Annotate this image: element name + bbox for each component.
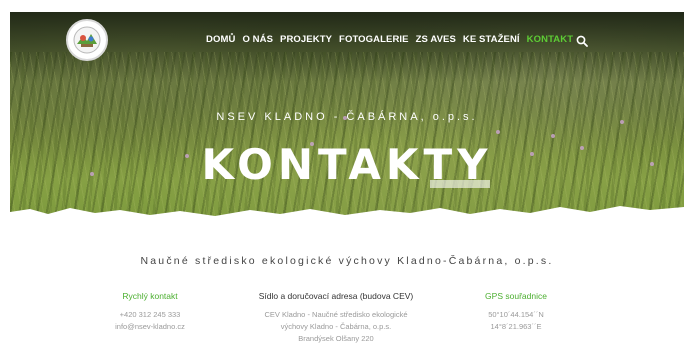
logo-emblem-icon <box>73 26 101 54</box>
email-address[interactable]: info@nsev-kladno.cz <box>90 321 210 333</box>
org-subtitle: NSEV KLADNO - ČABÁRNA, o.p.s. <box>216 111 478 123</box>
nav-item-kontakt[interactable]: KONTAKT <box>527 34 573 45</box>
nav-item-ke-stazeni[interactable]: KE STAŽENÍ <box>463 34 520 45</box>
gps-longitude: 14°8´21.963´´E <box>490 322 542 331</box>
nav-item-zs-aves[interactable]: ZS AVES <box>416 34 456 45</box>
torn-paper-edge <box>10 206 684 227</box>
nav-item-projekty[interactable]: PROJEKTY <box>280 34 332 45</box>
quick-contact-title: Rychlý kontakt <box>122 291 178 301</box>
address-line: výchovy Kladno - Čabárna, o.p.s. <box>280 322 392 331</box>
search-button[interactable] <box>576 34 588 47</box>
quick-contact-column: Rychlý kontakt +420 312 245 333 info@nse… <box>90 291 210 333</box>
hero-banner: DOMŮ O NÁS PROJEKTY FOTOGALERIE ZS AVES … <box>10 12 684 227</box>
main-nav: DOMŮ O NÁS PROJEKTY FOTOGALERIE ZS AVES … <box>206 34 573 45</box>
address-title: Sídlo a doručovací adresa (budova CEV) <box>258 291 414 301</box>
page-title: KONTAKTY <box>201 140 493 189</box>
phone-number[interactable]: +420 312 245 333 <box>90 309 210 321</box>
address-column: Sídlo a doručovací adresa (budova CEV) C… <box>236 291 436 343</box>
search-icon <box>576 35 588 47</box>
gps-latitude: 50°10´44.154´´N <box>488 310 544 319</box>
gps-title: GPS souřadnice <box>485 291 547 301</box>
address-line: Brandýsek Olšany 220 <box>298 334 374 343</box>
nav-item-domu[interactable]: DOMŮ <box>206 34 235 45</box>
site-logo[interactable] <box>66 19 108 61</box>
nav-item-o-nas[interactable]: O NÁS <box>242 34 273 45</box>
organization-name: Naučné středisko ekologické výchovy Klad… <box>140 255 554 267</box>
address-line: CEV Kladno - Naučné středisko ekologické <box>264 310 408 319</box>
page: DOMŮ O NÁS PROJEKTY FOTOGALERIE ZS AVES … <box>10 12 684 343</box>
gps-column: GPS souřadnice 50°10´44.154´´N 14°8´21.9… <box>456 291 576 333</box>
nav-item-fotogalerie[interactable]: FOTOGALERIE <box>339 34 409 45</box>
